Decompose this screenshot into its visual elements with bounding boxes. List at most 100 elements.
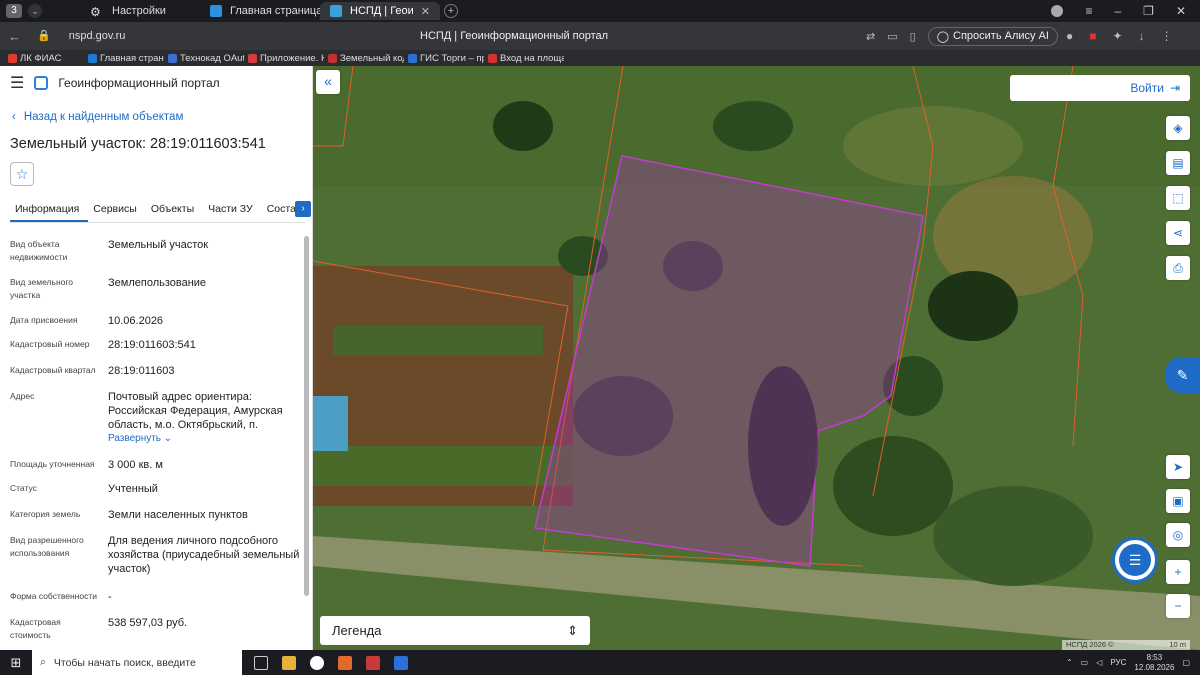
hamburger-menu-icon[interactable]: ☰ (10, 73, 24, 93)
tab-home[interactable]: Главная страница (200, 2, 320, 20)
tab-services[interactable]: Сервисы (88, 197, 146, 222)
close-icon[interactable]: ✕ (421, 5, 430, 18)
login-button[interactable]: Войти ⇥ (1010, 75, 1190, 101)
app-icon[interactable] (338, 655, 352, 670)
chevron-up-icon[interactable]: ⌃ (1066, 658, 1073, 667)
windows-start-icon[interactable]: ⊞ (0, 655, 32, 671)
site-favicon-icon (210, 5, 222, 17)
window-controls: ≡ – ❐ ✕ (1051, 4, 1200, 18)
extension-icon[interactable]: ■ (1089, 29, 1096, 43)
favorite-star-button[interactable]: ☆ (10, 162, 34, 186)
reader-icon[interactable]: ▭ (887, 30, 897, 43)
bookmark-item[interactable]: ГИС Торги – прод (408, 53, 484, 64)
print-button[interactable]: ⎙ (1166, 256, 1190, 280)
tabs-scroll-right-icon[interactable]: › (295, 201, 311, 217)
notification-icon[interactable]: ▢ (1182, 658, 1190, 667)
navigation-arrow-icon: ➤ (1172, 460, 1184, 474)
menu-icon[interactable]: ≡ (1085, 4, 1092, 18)
chevron-updown-icon: ⇕ (567, 622, 578, 638)
url-field[interactable]: nspd.gov.ru (69, 30, 126, 42)
language-indicator[interactable]: РУС (1110, 658, 1126, 667)
select-area-button[interactable]: ⬚ (1166, 186, 1190, 210)
ruler-button[interactable]: ▤ (1166, 151, 1190, 175)
tab-information[interactable]: Информация (10, 197, 89, 222)
address-bar: ← 🔒 nspd.gov.ru НСПД | Геоинформационный… (0, 22, 1200, 50)
clock[interactable]: 8:53 12.08.2026 (1134, 653, 1174, 673)
compass-icon: ◎ (1172, 528, 1184, 542)
volume-icon[interactable]: ◁ (1096, 658, 1102, 667)
app-icon[interactable] (394, 655, 408, 670)
taskbar-search[interactable]: ⌕ Чтобы начать поиск, введите (32, 650, 242, 675)
share-icon: ⋖ (1172, 226, 1184, 240)
minimap-button[interactable]: ▣ (1166, 489, 1190, 513)
chevron-down-icon[interactable]: ⌄ (28, 4, 42, 18)
more-icon[interactable]: ⋮ (1161, 29, 1173, 43)
new-tab-button[interactable]: + (444, 4, 458, 18)
bookmark-favicon-icon (168, 53, 177, 63)
attribute-list: Вид объекта недвижимости Земельный участо… (10, 239, 300, 640)
download-icon[interactable]: ↓ (1139, 29, 1145, 43)
minus-icon: − (1174, 599, 1182, 613)
object-title: Земельный участок: 28:19:011603:541 (10, 136, 266, 152)
bookmarks-bar: ЛК ФИАС Главная страниц Технокад OAuth П… (0, 50, 1200, 66)
print-icon: ⎙ (1173, 261, 1183, 275)
bookmark-item[interactable]: Главная страниц (88, 53, 164, 64)
gear-icon: ⚙ (90, 5, 101, 19)
map-attribution: НСПД 2026 © 10 m (1062, 640, 1190, 650)
back-link[interactable]: ‹ Назад к найденным объектам (12, 111, 183, 123)
minimize-icon[interactable]: – (1114, 4, 1121, 18)
info-tabs: Информация Сервисы Объекты Части ЗУ Сост… (10, 197, 311, 223)
bookmark-favicon-icon (408, 53, 417, 63)
info-panel: ☰ Геоинформационный портал ‹ Назад к най… (0, 66, 313, 650)
panel-scrollbar[interactable] (304, 236, 309, 596)
browser-tab-strip: 3 ⌄ ⚙ Настройки Главная страница НСПД | … (0, 0, 1200, 22)
zoom-out-button[interactable]: − (1166, 594, 1190, 618)
layers-icon: ◈ (1173, 121, 1183, 135)
translate-icon[interactable]: ⇄ (866, 30, 875, 43)
chevron-down-icon: ⌄ (163, 433, 173, 444)
bookmark-item[interactable]: Приложение. Кла (248, 53, 324, 64)
lock-icon: 🔒 (37, 29, 51, 42)
locate-button[interactable]: ➤ (1166, 455, 1190, 479)
tab-settings[interactable]: ⚙ Настройки (80, 2, 200, 20)
bookmark-item[interactable]: Вход на площадк (488, 53, 564, 64)
legend-dropdown[interactable]: Легенда ⇕ (320, 616, 590, 645)
alice-button[interactable]: ◯ Спросить Алису AI (927, 26, 1058, 46)
layers-button[interactable]: ◈ (1166, 116, 1190, 140)
star-icon: ☆ (15, 166, 29, 182)
extension-icon[interactable]: ● (1066, 29, 1073, 43)
feedback-tab[interactable]: ✎ (1165, 357, 1200, 393)
chat-button[interactable]: ☰ (1112, 537, 1158, 583)
tab-nspd[interactable]: НСПД | Геоинформаци ✕ (320, 2, 440, 20)
back-arrow-icon[interactable]: ← (8, 29, 21, 44)
taskbar: ⊞ ⌕ Чтобы начать поиск, введите ⌃ ▭ ◁ РУ… (0, 650, 1200, 675)
zoom-in-button[interactable]: + (1166, 560, 1190, 584)
puzzle-icon[interactable]: ✦ (1113, 29, 1123, 43)
bookmark-item[interactable]: Земельный кодек (328, 53, 404, 64)
network-icon[interactable]: ▭ (1081, 658, 1089, 667)
maximize-icon[interactable]: ❐ (1143, 4, 1154, 18)
bookmark-item[interactable]: ЛК ФИАС (8, 53, 84, 64)
system-tray: ⌃ ▭ ◁ РУС 8:53 12.08.2026 ▢ (1066, 653, 1200, 673)
tab-objects[interactable]: Объекты (146, 197, 203, 222)
collapse-panel-button[interactable]: « (316, 70, 340, 94)
compass-button[interactable]: ◎ (1166, 523, 1190, 547)
yandex-browser-icon[interactable] (310, 655, 324, 670)
app-icon[interactable] (366, 655, 380, 670)
explorer-icon[interactable] (282, 655, 296, 670)
share-button[interactable]: ⋖ (1166, 221, 1190, 245)
workspace-badge[interactable]: 3 (6, 4, 22, 18)
tab-parts[interactable]: Части ЗУ (203, 197, 262, 222)
page-title: НСПД | Геоинформационный портал (420, 30, 609, 42)
scale-bar: 10 m (1169, 640, 1186, 649)
close-window-icon[interactable]: ✕ (1176, 4, 1186, 18)
bookmark-favicon-icon (88, 53, 97, 63)
expand-link[interactable]: Развернуть ⌄ (108, 432, 300, 446)
map-view[interactable]: НСПД 2026 © 10 m (313, 66, 1200, 650)
bookmark-icon[interactable]: ▯ (910, 30, 916, 43)
bookmark-item[interactable]: Технокад OAuth (168, 53, 244, 64)
tab-label: НСПД | Геоинформаци (350, 5, 413, 17)
minimap-icon: ▣ (1172, 494, 1184, 508)
task-view-icon[interactable] (254, 655, 268, 670)
profile-icon[interactable] (1051, 5, 1064, 17)
